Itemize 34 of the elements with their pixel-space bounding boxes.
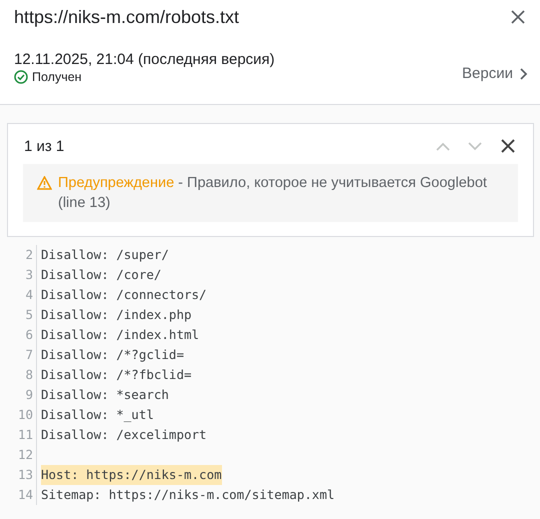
line-number: 3 bbox=[0, 265, 37, 285]
chevron-down-icon bbox=[468, 142, 482, 150]
warning-icon bbox=[37, 176, 52, 190]
issue-counter: 1 из 1 bbox=[24, 138, 64, 154]
chevron-up-icon bbox=[436, 142, 450, 150]
code-line: Disallow: /*?gclid= bbox=[41, 346, 184, 364]
code-line: Disallow: /super/ bbox=[41, 246, 169, 264]
line-number: 6 bbox=[0, 325, 37, 345]
code-line: Disallow: /index.php bbox=[41, 306, 192, 324]
line-number: 7 bbox=[0, 345, 37, 365]
line-number: 14 bbox=[0, 485, 37, 505]
line-number: 9 bbox=[0, 385, 37, 405]
line-number: 2 bbox=[0, 245, 37, 265]
line-number: 13 bbox=[0, 465, 37, 485]
code-line: Disallow: *_utl bbox=[41, 406, 154, 424]
line-number: 10 bbox=[0, 405, 37, 425]
code-line: Disallow: /excelimport bbox=[41, 426, 207, 444]
window-title: https://niks-m.com/robots.txt bbox=[14, 6, 240, 28]
code-line: Sitemap: https://niks-m.com/sitemap.xml bbox=[41, 486, 334, 504]
line-number: 5 bbox=[0, 305, 37, 325]
version-date: 12.11.2025, 21:04 (последняя версия) bbox=[14, 51, 275, 68]
line-number: 4 bbox=[0, 285, 37, 305]
line-number: 12 bbox=[0, 445, 37, 465]
chevron-right-icon bbox=[519, 66, 528, 80]
code-line: Disallow: /*?fbclid= bbox=[41, 366, 192, 384]
code-line: Disallow: /index.html bbox=[41, 326, 200, 344]
warning-message: Предупреждение - Правило, которое не учитывается Googlebot (line 13) bbox=[58, 174, 488, 213]
code-line: Disallow: /connectors/ bbox=[41, 286, 207, 304]
line-number: 11 bbox=[0, 425, 37, 445]
code-line: Disallow: /core/ bbox=[41, 266, 162, 284]
versions-link[interactable]: Версии bbox=[462, 65, 528, 82]
line-number: 8 bbox=[0, 365, 37, 385]
status-text: Получен bbox=[32, 70, 82, 84]
code-line: Disallow: *search bbox=[41, 386, 169, 404]
